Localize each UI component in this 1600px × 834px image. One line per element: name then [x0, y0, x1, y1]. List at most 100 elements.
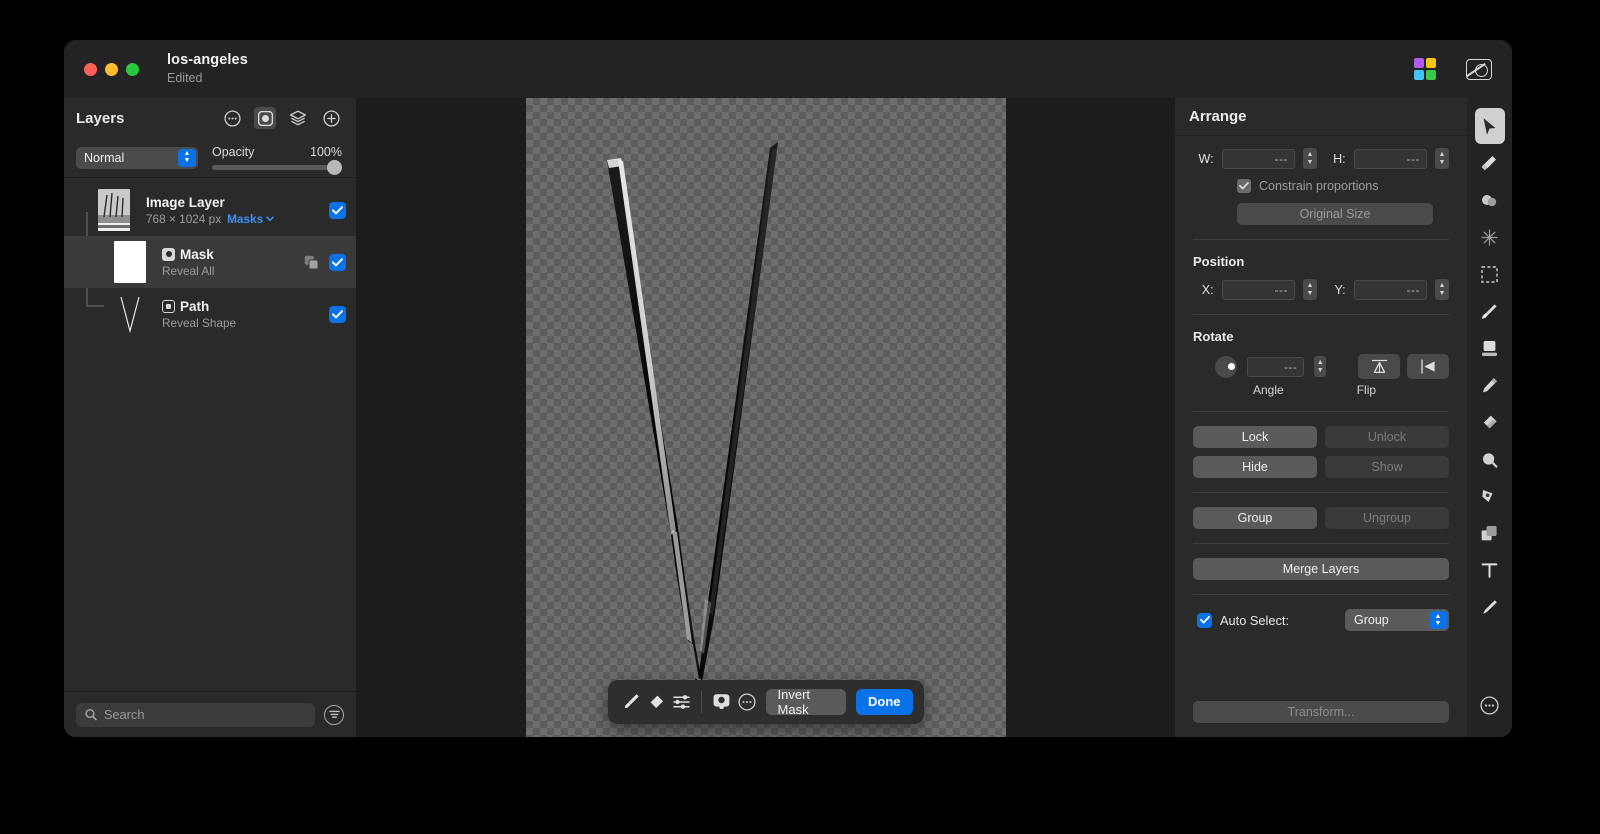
- constrain-proportions-row[interactable]: Constrain proportions: [1237, 179, 1449, 193]
- layer-subtitle-row: 768 × 1024 px Masks: [146, 212, 329, 226]
- clone-icon: [1483, 452, 1498, 468]
- minimize-button[interactable]: [105, 62, 118, 76]
- smudge-tool[interactable]: [1475, 182, 1505, 218]
- original-size-button[interactable]: Original Size: [1237, 203, 1433, 225]
- brush-tool[interactable]: [1475, 293, 1505, 329]
- position-x-input[interactable]: ---: [1221, 279, 1295, 300]
- search-field[interactable]: [76, 702, 315, 727]
- transform-button[interactable]: Transform...: [1193, 701, 1449, 723]
- mask-icon[interactable]: [254, 107, 276, 129]
- eraser-icon[interactable]: [644, 687, 669, 717]
- hide-show-row: Hide Show: [1193, 456, 1449, 478]
- position-x-stepper[interactable]: ▲ ▼: [1302, 279, 1317, 300]
- done-button[interactable]: Done: [856, 688, 913, 715]
- paint-bucket-tool[interactable]: [1475, 145, 1505, 181]
- pencil-tool[interactable]: [1475, 367, 1505, 403]
- draw-tool[interactable]: [1475, 589, 1505, 625]
- width-input[interactable]: ---: [1221, 148, 1295, 169]
- stamp-tool[interactable]: [1475, 330, 1505, 366]
- merge-layers-button[interactable]: Merge Layers: [1193, 558, 1449, 580]
- mask-visibility-checkbox[interactable]: [329, 253, 346, 271]
- divider-5: [1193, 543, 1449, 544]
- auto-select-checkbox[interactable]: [1197, 612, 1212, 628]
- canvas-area[interactable]: Invert Mask Done: [357, 97, 1174, 737]
- blend-mode-select[interactable]: Normal ▲ ▼: [76, 146, 198, 169]
- layers-header: Layers: [64, 98, 356, 138]
- mask-edit-toolbar: Invert Mask Done: [607, 679, 924, 724]
- angle-input[interactable]: ---: [1247, 356, 1305, 377]
- transform-section: Transform...: [1175, 701, 1467, 737]
- opacity-slider-knob[interactable]: [327, 160, 342, 175]
- group-button[interactable]: Group: [1193, 507, 1317, 529]
- constrain-proportions-checkbox[interactable]: [1237, 179, 1251, 193]
- tool-rail: [1467, 98, 1512, 737]
- lock-button[interactable]: Lock: [1193, 426, 1317, 448]
- layer-row-image-layer[interactable]: Image Layer 768 × 1024 px Masks: [64, 184, 356, 236]
- rotate-dial[interactable]: [1215, 355, 1237, 378]
- search-input[interactable]: [103, 707, 306, 722]
- unlock-button[interactable]: Unlock: [1325, 426, 1449, 448]
- text-tool[interactable]: [1475, 552, 1505, 588]
- arrange-body: W: --- ▲ ▼ H: --- ▲ ▼ Constrain proportion…: [1175, 136, 1467, 701]
- photo-preview-icon[interactable]: [1466, 58, 1492, 80]
- position-y-input[interactable]: ---: [1353, 279, 1427, 300]
- invert-mask-button[interactable]: Invert Mask: [765, 687, 847, 717]
- flip-horizontal-icon[interactable]: [1407, 354, 1449, 379]
- layer-visibility-checkbox[interactable]: [329, 201, 346, 219]
- masks-dropdown-link[interactable]: Masks: [227, 212, 274, 226]
- mask-title: Mask: [162, 247, 304, 262]
- position-section-title: Position: [1193, 254, 1245, 269]
- document-title-block: los-angeles Edited: [167, 52, 248, 85]
- rotate-section-title: Rotate: [1193, 329, 1234, 344]
- opacity-value: 100%: [310, 145, 342, 159]
- layers-search-bar: [64, 691, 356, 737]
- mask-subtitle-row: Reveal All: [162, 264, 304, 278]
- close-button[interactable]: [84, 62, 97, 76]
- path-visibility-checkbox[interactable]: [329, 305, 346, 323]
- effects-tool[interactable]: [1475, 219, 1505, 255]
- show-button[interactable]: Show: [1325, 456, 1449, 478]
- height-stepper[interactable]: ▲ ▼: [1434, 148, 1449, 169]
- flip-vertical-icon[interactable]: [1358, 354, 1400, 379]
- brush-icon[interactable]: [618, 687, 643, 717]
- auto-select-chevrons-icon: ▲ ▼: [1429, 611, 1447, 629]
- more-tools[interactable]: [1475, 687, 1505, 723]
- eraser-tool[interactable]: [1475, 404, 1505, 440]
- auto-select-dropdown[interactable]: Group ▲ ▼: [1345, 609, 1449, 631]
- blend-opacity-row: Normal ▲ ▼ Opacity 100%: [64, 138, 356, 178]
- blend-mode-value: Normal: [84, 150, 125, 165]
- selection-tool[interactable]: [1475, 256, 1505, 292]
- zoom-button[interactable]: [126, 62, 139, 76]
- app-window: los-angeles Edited Layers Normal ▲ ▼ Opa…: [64, 40, 1512, 737]
- move-tool[interactable]: [1474, 108, 1505, 144]
- more-icon[interactable]: [734, 687, 759, 717]
- cursor-arrow-icon: [1483, 117, 1496, 135]
- more-options-icon[interactable]: [221, 107, 243, 129]
- hide-button[interactable]: Hide: [1193, 456, 1317, 478]
- shapes-tool[interactable]: [1475, 515, 1505, 551]
- position-y-stepper[interactable]: ▲ ▼: [1434, 279, 1449, 300]
- duplicate-mask-icon[interactable]: [304, 255, 319, 270]
- ungroup-button[interactable]: Ungroup: [1325, 507, 1449, 529]
- mask-badge-icon: [162, 247, 175, 261]
- path-thumbnail: [114, 293, 146, 335]
- height-input[interactable]: ---: [1353, 148, 1427, 169]
- filter-icon[interactable]: [324, 704, 344, 725]
- add-layer-icon[interactable]: [320, 107, 342, 129]
- pen-tool[interactable]: [1475, 478, 1505, 514]
- clone-tool[interactable]: [1475, 441, 1505, 477]
- path-subtitle: Reveal Shape: [162, 315, 237, 330]
- width-stepper[interactable]: ▲ ▼: [1302, 148, 1317, 169]
- layer-row-path[interactable]: Path Reveal Shape: [64, 288, 356, 340]
- angle-stepper[interactable]: ▲ ▼: [1314, 356, 1326, 377]
- smudge-icon: [1482, 194, 1497, 206]
- text-t-icon: [1481, 562, 1498, 578]
- artboard[interactable]: Invert Mask Done: [525, 97, 1006, 737]
- opacity-slider[interactable]: [212, 160, 342, 175]
- paintbrush-icon: [1482, 303, 1497, 319]
- stack-icon[interactable]: [287, 107, 309, 129]
- layer-row-mask[interactable]: Mask Reveal All: [64, 236, 356, 288]
- subject-mask-icon[interactable]: [709, 687, 734, 717]
- color-grid-icon[interactable]: [1414, 58, 1436, 80]
- adjustments-icon[interactable]: [669, 687, 694, 717]
